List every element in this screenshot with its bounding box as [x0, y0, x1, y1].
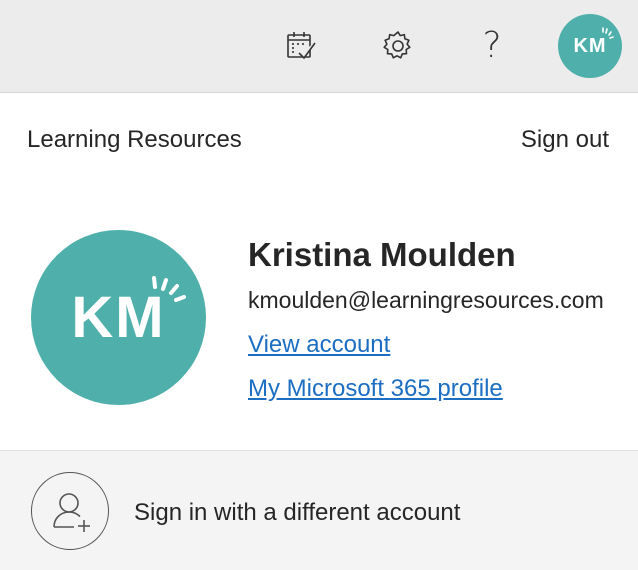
sign-in-different-account-label[interactable]: Sign in with a different account [134, 499, 460, 527]
account-avatar-button[interactable]: KM [558, 14, 622, 78]
user-display-name: Kristina Moulden [248, 236, 516, 273]
add-person-icon[interactable] [31, 472, 109, 550]
avatar-spark-icon [602, 27, 614, 39]
help-icon[interactable]: ? [470, 24, 514, 68]
view-account-link[interactable]: View account [248, 331, 390, 359]
microsoft-365-profile-link[interactable]: My Microsoft 365 profile [248, 375, 503, 403]
help-glyph: ? [482, 25, 502, 66]
profile-avatar: KM [31, 230, 206, 405]
calendar-check-icon[interactable] [279, 24, 323, 68]
user-email: kmoulden@learningresources.com [248, 287, 604, 313]
sign-out-link[interactable]: Sign out [521, 126, 609, 154]
gear-icon[interactable] [376, 24, 420, 68]
top-bar: ? KM [0, 0, 638, 93]
avatar-spark-icon [152, 276, 186, 302]
organization-name: Learning Resources [27, 126, 242, 153]
